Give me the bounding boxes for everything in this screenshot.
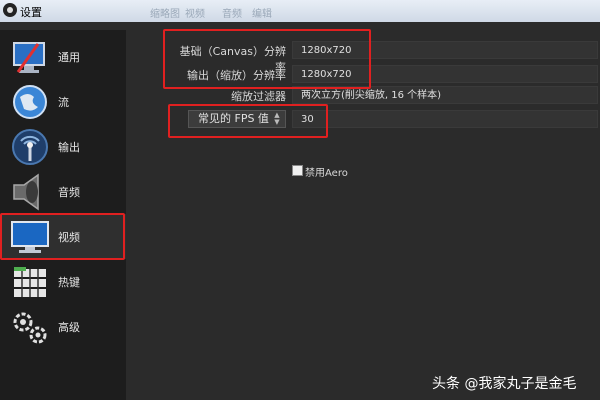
disable-aero-checkbox[interactable] — [292, 165, 303, 176]
watermark-text: 头条 @我家丸子是金毛 — [432, 376, 577, 392]
sidebar-item-label: 高级 — [58, 321, 80, 334]
sidebar-item-hotkeys[interactable]: 热键 — [0, 259, 126, 304]
fps-value-field[interactable]: 30 — [292, 110, 598, 128]
sidebar-item-label: 通用 — [58, 51, 80, 64]
background-tab: 缩略图 — [150, 9, 180, 20]
speaker-icon — [13, 173, 39, 211]
background-tab: 音频 — [222, 9, 242, 20]
globe-icon — [13, 85, 47, 119]
highlight-box-resolution — [163, 29, 371, 89]
highlight-box-video-nav — [0, 213, 125, 260]
disable-aero-label: 禁用Aero — [305, 168, 348, 179]
sidebar-item-label: 流 — [58, 96, 69, 109]
keyboard-icon — [14, 267, 46, 297]
sidebar-item-label: 输出 — [58, 141, 80, 154]
background-tab: 视频 — [185, 9, 205, 20]
antenna-icon — [12, 129, 48, 165]
sidebar-item-general[interactable]: 通用 — [0, 34, 126, 79]
sidebar-item-output[interactable]: 输出 — [0, 124, 126, 169]
sidebar-item-label: 热键 — [58, 276, 80, 289]
background-tab: 编辑 — [252, 9, 272, 20]
window-title: 设置 — [20, 6, 42, 19]
highlight-box-fps — [168, 104, 328, 138]
sidebar-item-stream[interactable]: 流 — [0, 79, 126, 124]
sidebar-item-label: 音频 — [58, 186, 80, 199]
sidebar-item-audio[interactable]: 音频 — [0, 169, 126, 214]
downscale-filter-label: 缩放过滤器 — [231, 90, 286, 103]
sidebar-item-advanced[interactable]: 高级 — [0, 304, 126, 349]
monitor-settings-icon — [13, 42, 45, 73]
title-bar: 设置 缩略图 视频 音频 编辑 — [0, 0, 600, 22]
gears-icon — [13, 312, 47, 344]
obs-logo-icon — [3, 3, 17, 17]
